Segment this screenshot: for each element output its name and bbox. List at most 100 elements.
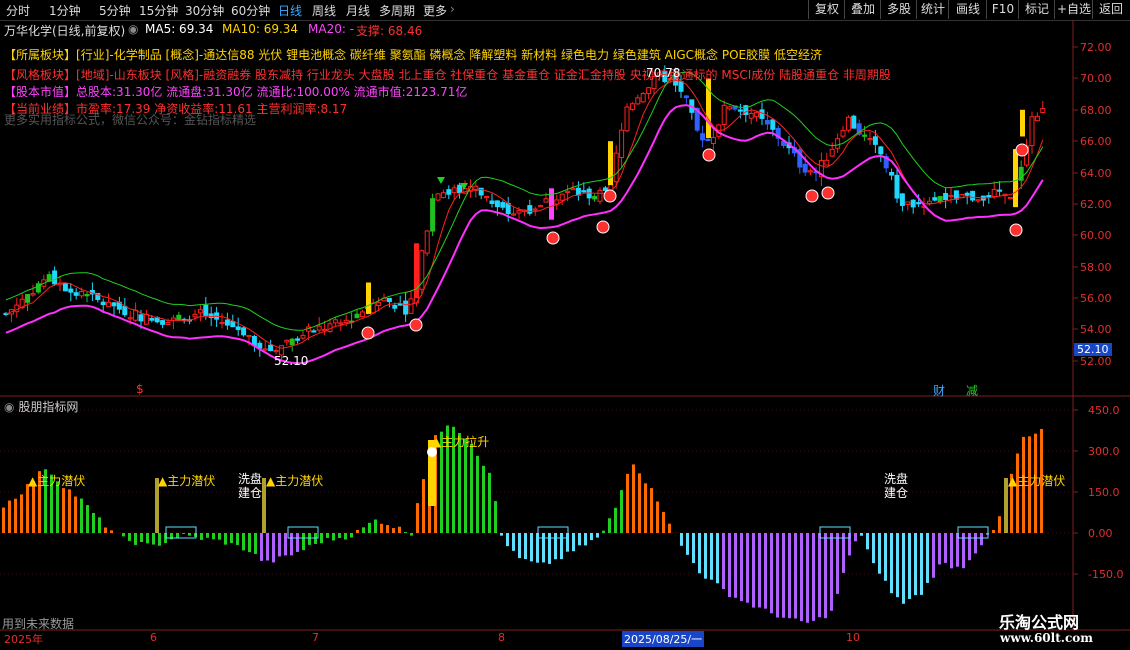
accumulation-label: ▲主力潜伏: [28, 474, 86, 488]
price-tick: 54.00: [1080, 323, 1112, 336]
indicator-bar: [662, 511, 665, 533]
candle-body: [808, 170, 814, 173]
candle-body: [824, 159, 830, 166]
indicator-bar: [596, 533, 599, 538]
indicator-bar: [20, 494, 23, 533]
indicator-bar: [998, 516, 1001, 533]
signal-badge-icon: [546, 231, 560, 245]
candle-body: [386, 298, 392, 303]
indicator-bar: [944, 533, 947, 563]
low-price-label: 52.10: [274, 354, 309, 368]
candle-body: [597, 189, 603, 202]
indicator-bar: [740, 533, 743, 602]
accumulation-label: ▲主力潜伏: [158, 474, 216, 488]
candle-body: [975, 199, 981, 202]
candle-body: [835, 138, 841, 149]
indicator-bar: [842, 533, 845, 573]
candle-body: [527, 205, 533, 214]
indicator-bar: [62, 488, 65, 533]
highlight-bar: [366, 282, 371, 314]
candle-body: [646, 87, 652, 94]
candle-body: [721, 104, 727, 125]
candle-body: [424, 230, 430, 254]
candle-body: [1007, 196, 1013, 200]
candle-body: [68, 288, 74, 293]
indicator-bar: [380, 523, 383, 533]
indicator-bar: [14, 498, 17, 533]
signal-badge-icon: [821, 186, 835, 200]
indicator-bar: [746, 533, 749, 603]
price-tick: 58.00: [1080, 261, 1112, 274]
date-tick: 7: [312, 631, 319, 644]
candle-body: [894, 174, 900, 199]
candle-body: [851, 115, 857, 129]
style-label: 【风格板块】: [4, 68, 77, 82]
indicator-bar: [302, 533, 305, 551]
support-label: 支撑: 68.46: [356, 24, 423, 38]
capital-label: 【股本市值】: [4, 85, 77, 99]
indicator-bar: [344, 533, 347, 540]
indicator-bar: [74, 496, 77, 533]
brand-url: www.60lt.com: [1000, 631, 1093, 645]
indicator-bar: [752, 533, 755, 608]
wash-label: 洗盘 建仓: [884, 472, 909, 500]
finance-marker[interactable]: 财: [933, 382, 945, 399]
indicator-bar: [638, 473, 641, 533]
candle-body: [802, 163, 808, 173]
indicator-bar: [620, 490, 623, 533]
indicator-bar: [584, 533, 587, 546]
indicator-bar: [968, 533, 971, 561]
candle-body: [397, 303, 403, 306]
candle-body: [1034, 115, 1040, 122]
candle-body: [840, 130, 846, 137]
indicator-bar: [530, 533, 533, 562]
candle-body: [241, 327, 247, 336]
reduce-marker[interactable]: 减: [966, 382, 978, 399]
highlight-bar: [1020, 109, 1025, 137]
indicator-bar: [368, 522, 371, 533]
indicator-bar: [374, 519, 377, 533]
indicator-bar: [914, 533, 917, 596]
indicator-bar: [920, 533, 923, 595]
candle-body: [910, 199, 916, 208]
indicator-bar: [716, 533, 719, 584]
settings-circle-icon[interactable]: ◉: [4, 400, 14, 414]
indicator-bar: [272, 533, 275, 563]
indicator-bar: [950, 533, 953, 569]
indicator-bar: [122, 533, 125, 537]
candle-body: [197, 309, 203, 314]
price-tick: 60.00: [1080, 229, 1112, 242]
indicator-bar: [356, 530, 359, 533]
dollar-marker[interactable]: $: [136, 382, 144, 396]
indicator-bar: [500, 533, 503, 536]
signal-badge-icon: [361, 326, 375, 340]
candle-body: [878, 146, 884, 155]
down-arrow-icon: [437, 177, 445, 184]
high-price-label: 70.78: [646, 66, 681, 80]
indicator-bar: [110, 530, 113, 533]
settings-circle-icon[interactable]: ◉: [128, 22, 138, 36]
indicator-bar: [764, 533, 767, 609]
cursor-date-tag: 2025/08/25/一: [622, 631, 705, 647]
candle-body: [986, 195, 992, 198]
indicator-title[interactable]: ◉ 股朋指标网: [4, 398, 78, 415]
indicator-bar: [866, 533, 869, 550]
candle-body: [376, 301, 382, 307]
indicator-bar: [560, 533, 563, 560]
indicator-name: 股朋指标网: [18, 400, 79, 414]
signal-badge-icon: [1015, 143, 1029, 157]
candle-body: [30, 293, 36, 296]
candle-body: [737, 109, 743, 112]
candle-body: [932, 197, 938, 201]
indicator-bar: [926, 533, 929, 583]
indicator-bar: [350, 533, 353, 538]
wash-label: 洗盘 建仓: [238, 472, 263, 500]
candle-body: [52, 270, 58, 285]
indicator-bar: [320, 533, 323, 544]
candle-body: [100, 301, 106, 306]
candle-body: [570, 187, 576, 191]
candle-body: [106, 301, 112, 308]
indicator-bar: [8, 500, 11, 533]
candle-body: [683, 95, 689, 99]
candle-body: [700, 133, 706, 141]
